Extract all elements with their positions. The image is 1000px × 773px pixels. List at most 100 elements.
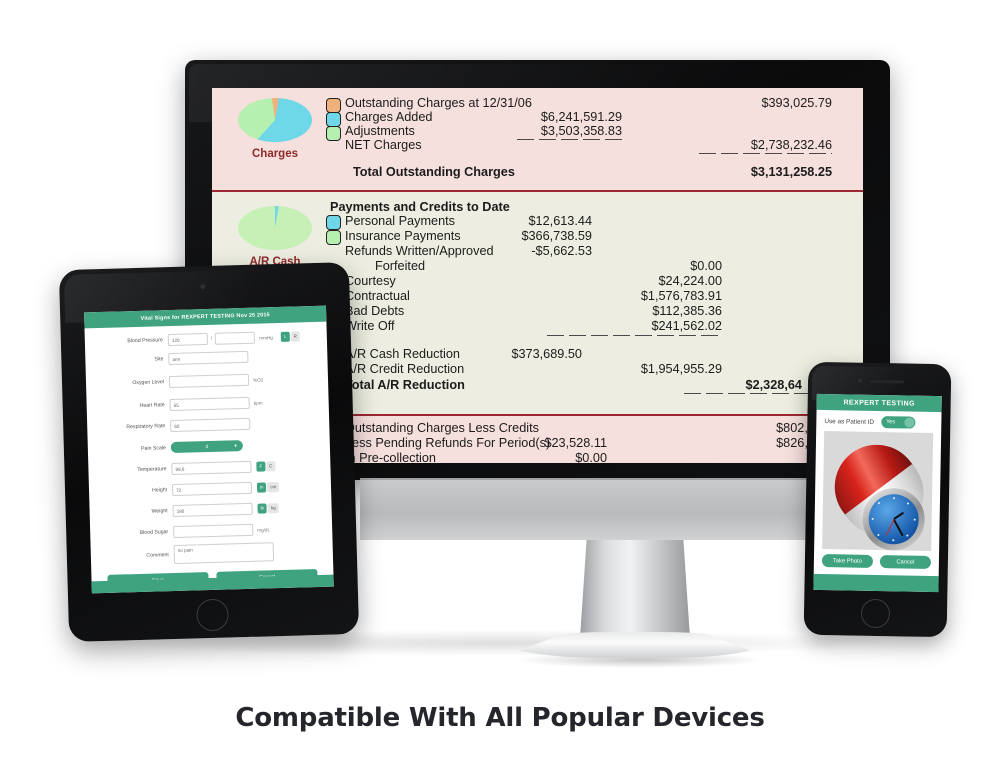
blood-pressure-diastolic-input[interactable] [215, 331, 256, 345]
phone-cancel-button[interactable]: Cancel [879, 555, 932, 569]
label-heart-rate: Heart Rate [139, 402, 165, 409]
subtotal-rule-net [699, 153, 832, 154]
amount-write-off: $241,562.02 [651, 319, 722, 333]
height-toggle-cm[interactable]: cm [267, 482, 280, 493]
label-comment: Comment [146, 551, 169, 559]
medication-photo[interactable] [822, 431, 934, 551]
pain-scale-value: 4 [205, 443, 209, 450]
row-label-outstanding-charges: Outstanding Charges at 12/31/06 [345, 96, 532, 110]
toggle-knob [903, 417, 915, 428]
clock-minute-hand [892, 518, 904, 537]
row-label-personal-payments: Personal Payments [345, 214, 456, 228]
label-blood-sugar: Blood Sugar [139, 529, 169, 536]
chevron-down-icon: ▾ [234, 442, 237, 449]
label-weight: Weight [151, 508, 168, 515]
temp-toggle-c[interactable]: C [265, 461, 276, 472]
field-blood-pressure[interactable]: Blood Pressure 120 / mmHg L R [95, 330, 317, 348]
bp-toggle-left[interactable]: L [281, 331, 290, 342]
row-label-net-charges: NET Charges [345, 138, 422, 152]
patient-id-toggle[interactable]: Yes [880, 416, 916, 429]
field-weight[interactable]: Weight 180 lb kg [99, 501, 321, 519]
total-label-outstanding-charges: Total Outstanding Charges [353, 165, 515, 179]
clock-second-hand [885, 519, 895, 536]
bp-toggle-right[interactable]: R [290, 331, 300, 342]
subtotal-rule-ar [684, 393, 824, 394]
field-heart-rate[interactable]: Heart Rate 55 bpm [97, 395, 319, 413]
field-blood-sugar[interactable]: Blood Sugar mg/dL [100, 522, 322, 540]
phone-camera-icon [858, 378, 863, 383]
label-site: Site [154, 356, 164, 363]
total-value-ar-reduction: $2,328,64 [745, 378, 802, 392]
temp-toggle-f[interactable]: F [256, 461, 266, 472]
blood-pressure-systolic-input[interactable]: 120 [167, 332, 209, 347]
amount-ar-credit-reduction: $1,954,955.29 [640, 362, 722, 376]
weight-input[interactable]: 180 [172, 502, 253, 518]
monitor-chin [360, 480, 880, 540]
respiratory-rate-input[interactable]: 60 [170, 417, 251, 433]
row-label-ar-credit-reduction: A/R Credit Reduction [345, 362, 465, 376]
field-height[interactable]: Height 72 in cm [99, 480, 321, 498]
charges-pie-label: Charges [251, 148, 299, 160]
field-pain-scale[interactable]: Pain Scale 4 ▾ [98, 438, 320, 455]
take-photo-button[interactable]: Take Photo [821, 554, 874, 568]
label-oxygen-level: Oxygen Level [132, 379, 165, 387]
amount-outstanding-charges: $393,025.79 [761, 96, 832, 110]
site-input[interactable]: arm [168, 350, 249, 366]
swatch-charges-added [326, 112, 341, 127]
pain-scale-select[interactable]: 4 ▾ [170, 440, 243, 454]
amount-courtesy: $24,224.00 [658, 274, 723, 288]
unit-bpm: bpm [253, 399, 263, 406]
bp-side-toggle[interactable]: L R [281, 331, 300, 342]
comment-input[interactable]: no pain [173, 542, 275, 565]
row-label-contractual: Contractual [345, 289, 410, 303]
row-label-refunds-written: Refunds Written/Approved [345, 244, 494, 258]
tablet-screen: Vital Signs for REXPERT TESTING Nov 25 2… [84, 305, 334, 594]
blood-sugar-input[interactable] [173, 523, 254, 539]
ar-cash-pie-chart [238, 206, 312, 256]
amount-refunds-written: -$5,662.53 [531, 244, 592, 258]
charges-pie-chart [238, 98, 312, 148]
label-pain-scale: Pain Scale [140, 444, 166, 452]
amount-adjustments: $3,503,358.83 [540, 124, 622, 138]
row-label-charges-less-credits: Outstanding Charges Less Credits [345, 421, 539, 435]
field-temperature[interactable]: Temperature 98.6 F C [98, 459, 320, 477]
total-value-outstanding-charges: $3,131,258.25 [750, 165, 832, 179]
height-unit-toggle[interactable]: in cm [256, 482, 280, 493]
temperature-input[interactable]: 98.6 [171, 460, 252, 476]
subtotal-rule-charges [517, 139, 625, 140]
height-toggle-in[interactable]: in [256, 482, 267, 493]
monitor-stand-neck [580, 540, 690, 638]
field-site[interactable]: Site arm [95, 349, 317, 367]
tablet-camera-icon [200, 284, 206, 290]
row-label-forfeited: Forfeited [375, 259, 426, 273]
oxygen-level-input[interactable] [168, 373, 250, 389]
weight-unit-toggle[interactable]: lb kg [257, 503, 279, 514]
amount-pre-collection: $0.00 [575, 451, 607, 463]
total-label-ar-reduction: Total A/R Reduction [345, 378, 465, 392]
field-oxygen-level[interactable]: Oxygen Level %O2 [96, 372, 318, 390]
field-comment[interactable]: Comment no pain [101, 541, 323, 566]
page-caption: Compatible With All Popular Devices [235, 703, 765, 733]
amount-personal-payments: $12,613.44 [528, 214, 593, 228]
subtotal-rule-payments [547, 335, 722, 336]
row-label-pre-collection: In Pre-collection [345, 451, 436, 463]
row-label-insurance-payments: Insurance Payments [345, 229, 461, 243]
phone-screen: REXPERT TESTING Use as Patient ID Yes Ta… [813, 393, 942, 593]
patient-id-label: Use as Patient ID [824, 417, 875, 426]
swatch-insurance-payments [326, 230, 341, 245]
temperature-unit-toggle[interactable]: F C [256, 461, 276, 472]
smartphone-device: REXPERT TESTING Use as Patient ID Yes Ta… [803, 361, 952, 638]
swatch-outstanding-charges [326, 98, 341, 113]
weight-toggle-lb[interactable]: lb [257, 503, 268, 514]
devices-showcase: Charges Outstanding Charges at 12/31/06 … [0, 0, 1000, 773]
label-blood-pressure: Blood Pressure [127, 337, 163, 345]
weight-toggle-kg[interactable]: kg [267, 503, 279, 514]
height-input[interactable]: 72 [171, 481, 253, 497]
row-label-ar-cash-reduction: A/R Cash Reduction [345, 347, 460, 361]
field-respiratory-rate[interactable]: Respiratory Rate 60 [97, 416, 319, 434]
heart-rate-input[interactable]: 55 [169, 396, 250, 412]
phone-footer-bar [813, 573, 939, 593]
row-label-write-off: Write Off [345, 319, 395, 333]
patient-id-row: Use as Patient ID Yes [816, 410, 941, 433]
vital-signs-form: Blood Pressure 120 / mmHg L R Site arm O… [85, 322, 334, 589]
